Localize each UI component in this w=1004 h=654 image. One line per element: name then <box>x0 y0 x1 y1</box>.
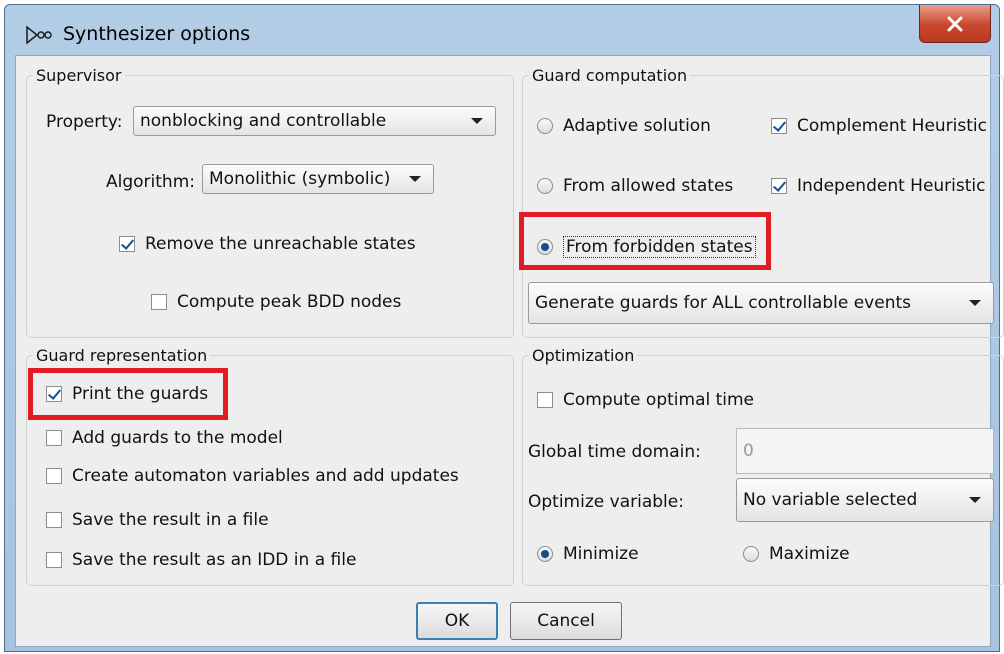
complement-heuristic-label: Complement Heuristic <box>797 116 987 136</box>
checkbox-icon <box>537 392 553 408</box>
save-result-idd-checkbox[interactable]: Save the result as an IDD in a file <box>46 550 356 570</box>
from-allowed-states-radio[interactable]: From allowed states <box>537 176 733 196</box>
compute-peak-checkbox[interactable]: Compute peak BDD nodes <box>151 292 401 312</box>
guard-events-select[interactable]: Generate guards for ALL controllable eve… <box>528 282 994 324</box>
algorithm-select[interactable]: Monolithic (symbolic) <box>202 164 434 194</box>
remove-unreachable-checkbox[interactable]: Remove the unreachable states <box>119 234 416 254</box>
algorithm-value: Monolithic (symbolic) <box>209 169 391 189</box>
maximize-label: Maximize <box>769 544 850 564</box>
ok-button[interactable]: OK <box>416 602 498 640</box>
chevron-down-icon <box>409 176 421 182</box>
compute-optimal-time-label: Compute optimal time <box>563 390 755 410</box>
property-select[interactable]: nonblocking and controllable <box>133 106 496 136</box>
chevron-down-icon <box>471 118 483 124</box>
save-result-idd-label: Save the result as an IDD in a file <box>72 550 357 570</box>
maximize-radio[interactable]: Maximize <box>743 544 850 564</box>
checkbox-icon <box>46 430 62 446</box>
checkbox-icon <box>46 468 62 484</box>
independent-heuristic-label: Independent Heuristic <box>797 176 986 196</box>
add-guards-checkbox[interactable]: Add guards to the model <box>46 428 283 448</box>
save-result-file-label: Save the result in a file <box>72 510 269 530</box>
dialog-content: Supervisor Property: nonblocking and con… <box>15 55 1004 647</box>
global-time-domain-field[interactable]: 0 <box>736 428 994 474</box>
guard-representation-legend: Guard representation <box>36 346 208 365</box>
checkbox-icon <box>151 294 167 310</box>
create-automaton-variables-label: Create automaton variables and add updat… <box>72 466 459 486</box>
independent-heuristic-checkbox[interactable]: Independent Heuristic <box>771 176 985 196</box>
chevron-down-icon <box>969 300 981 306</box>
checkbox-icon <box>771 178 787 194</box>
window-title: Synthesizer options <box>63 23 251 45</box>
dialog-window: Synthesizer options Supervisor Property:… <box>4 4 1004 652</box>
algorithm-label: Algorithm: <box>106 172 195 192</box>
remove-unreachable-label: Remove the unreachable states <box>145 234 416 254</box>
title-bar[interactable]: Synthesizer options <box>5 5 999 57</box>
checkbox-icon <box>119 236 135 252</box>
optimize-variable-select[interactable]: No variable selected <box>736 478 994 522</box>
forbidden-states-highlight <box>519 212 771 270</box>
chevron-down-icon <box>969 497 981 503</box>
close-button[interactable] <box>919 5 991 43</box>
optimization-legend: Optimization <box>532 346 635 365</box>
supervisor-legend: Supervisor <box>36 66 122 85</box>
adaptive-solution-radio[interactable]: Adaptive solution <box>537 116 711 136</box>
save-result-file-checkbox[interactable]: Save the result in a file <box>46 510 269 530</box>
compute-optimal-time-checkbox[interactable]: Compute optimal time <box>537 390 754 410</box>
from-allowed-states-label: From allowed states <box>563 176 734 196</box>
optimize-variable-value: No variable selected <box>743 490 918 510</box>
minimize-radio[interactable]: Minimize <box>537 544 639 564</box>
print-guards-highlight <box>28 368 228 420</box>
checkbox-icon <box>46 512 62 528</box>
adaptive-solution-label: Adaptive solution <box>563 116 711 136</box>
checkbox-icon <box>46 552 62 568</box>
property-label: Property: <box>46 112 123 132</box>
radio-icon <box>537 546 553 562</box>
add-guards-label: Add guards to the model <box>72 428 283 448</box>
radio-icon <box>537 118 553 134</box>
synthesizer-app-icon <box>26 25 52 45</box>
cancel-button[interactable]: Cancel <box>510 602 622 640</box>
optimize-variable-label: Optimize variable: <box>528 492 684 512</box>
radio-icon <box>743 546 759 562</box>
global-time-domain-label: Global time domain: <box>528 442 701 462</box>
complement-heuristic-checkbox[interactable]: Complement Heuristic <box>771 116 987 136</box>
guard-events-value: Generate guards for ALL controllable eve… <box>535 293 912 313</box>
create-automaton-variables-checkbox[interactable]: Create automaton variables and add updat… <box>46 466 459 486</box>
radio-icon <box>537 178 553 194</box>
checkbox-icon <box>771 118 787 134</box>
compute-peak-label: Compute peak BDD nodes <box>177 292 402 312</box>
property-value: nonblocking and controllable <box>140 111 387 131</box>
global-time-domain-value: 0 <box>743 441 754 461</box>
guard-computation-legend: Guard computation <box>532 66 688 85</box>
close-icon <box>947 16 963 31</box>
minimize-label: Minimize <box>563 544 639 564</box>
